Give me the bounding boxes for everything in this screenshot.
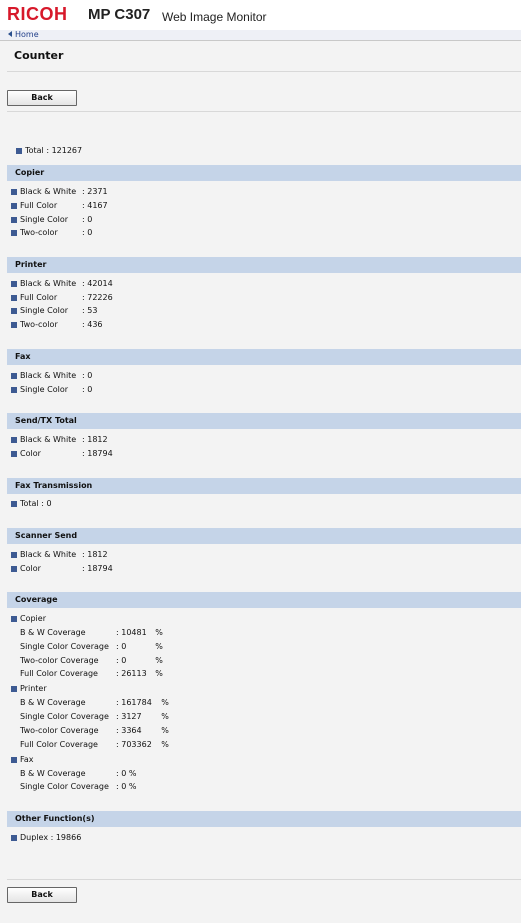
bullet-icon [11, 203, 17, 209]
page-title: Counter [14, 49, 64, 62]
coverage-group-copier: Copier [11, 614, 46, 624]
product-name: Web Image Monitor [162, 10, 267, 24]
section-header-fax-transmission: Fax Transmission [7, 478, 521, 494]
list-item: Full Color: 4167 [11, 201, 108, 211]
divider [7, 111, 521, 112]
list-item: Single Color: 0 [11, 215, 92, 225]
bullet-icon [11, 217, 17, 223]
list-item: Full Color: 72226 [11, 293, 113, 303]
list-item: Total : 0 [11, 499, 52, 509]
bullet-icon [11, 835, 17, 841]
coverage-row: B & W Coverage: 10481% [20, 628, 163, 637]
list-item: Black & White: 2371 [11, 187, 108, 197]
total-row: Total : 121267 [11, 136, 82, 156]
coverage-group-printer: Printer [11, 684, 47, 694]
home-link[interactable]: Home [15, 30, 39, 39]
total-label: Total [25, 146, 44, 155]
model-name: MP C307 [88, 6, 151, 23]
bullet-icon [11, 437, 17, 443]
bullet-icon [11, 501, 17, 507]
bullet-icon [11, 451, 17, 457]
bullet-icon [16, 148, 23, 154]
bullet-icon [11, 686, 17, 692]
back-button-bottom[interactable]: Back [7, 887, 77, 903]
total-value: 121267 [51, 146, 83, 155]
section-header-copier: Copier [7, 165, 521, 181]
bullet-icon [11, 230, 17, 236]
back-arrow-icon [8, 31, 12, 37]
list-item: Black & White: 42014 [11, 279, 113, 289]
ricoh-logo: RICOH [7, 4, 68, 24]
bullet-icon [11, 295, 17, 301]
coverage-group-fax: Fax [11, 755, 34, 765]
coverage-row: B & W Coverage: 161784% [20, 698, 169, 707]
breadcrumb: Home [0, 30, 521, 41]
list-item: Black & White: 0 [11, 371, 92, 381]
bullet-icon [11, 566, 17, 572]
bullet-icon [11, 757, 17, 763]
coverage-row: B & W Coverage: 0 % [20, 769, 137, 778]
app-header: RICOH MP C307 Web Image Monitor [0, 0, 521, 30]
back-button-top[interactable]: Back [7, 90, 77, 106]
bullet-icon [11, 281, 17, 287]
section-header-fax: Fax [7, 349, 521, 365]
list-item: Duplex : 19866 [11, 833, 81, 843]
list-item: Color: 18794 [11, 564, 113, 574]
coverage-row: Single Color Coverage: 0% [20, 642, 163, 651]
list-item: Black & White: 1812 [11, 550, 108, 560]
bullet-icon [11, 373, 17, 379]
bullet-icon [11, 308, 17, 314]
section-header-other: Other Function(s) [7, 811, 521, 827]
list-item: Single Color: 0 [11, 385, 92, 395]
bullet-icon [11, 322, 17, 328]
section-header-coverage: Coverage [7, 592, 521, 608]
divider [7, 879, 521, 880]
bullet-icon [11, 387, 17, 393]
bullet-icon [11, 616, 17, 622]
coverage-row: Single Color Coverage: 0 % [20, 782, 137, 791]
divider [7, 71, 521, 72]
section-header-send-tx: Send/TX Total [7, 413, 521, 429]
list-item: Two-color: 436 [11, 320, 103, 330]
coverage-row: Single Color Coverage: 3127% [20, 712, 169, 721]
coverage-row: Two-color Coverage: 0% [20, 656, 163, 665]
section-header-scanner-send: Scanner Send [7, 528, 521, 544]
list-item: Single Color: 53 [11, 306, 97, 316]
coverage-row: Full Color Coverage: 703362% [20, 740, 169, 749]
coverage-row: Two-color Coverage: 3364% [20, 726, 169, 735]
list-item: Two-color: 0 [11, 228, 92, 238]
list-item: Color: 18794 [11, 449, 113, 459]
list-item: Black & White: 1812 [11, 435, 108, 445]
section-header-printer: Printer [7, 257, 521, 273]
coverage-row: Full Color Coverage: 26113% [20, 669, 163, 678]
bullet-icon [11, 189, 17, 195]
bullet-icon [11, 552, 17, 558]
